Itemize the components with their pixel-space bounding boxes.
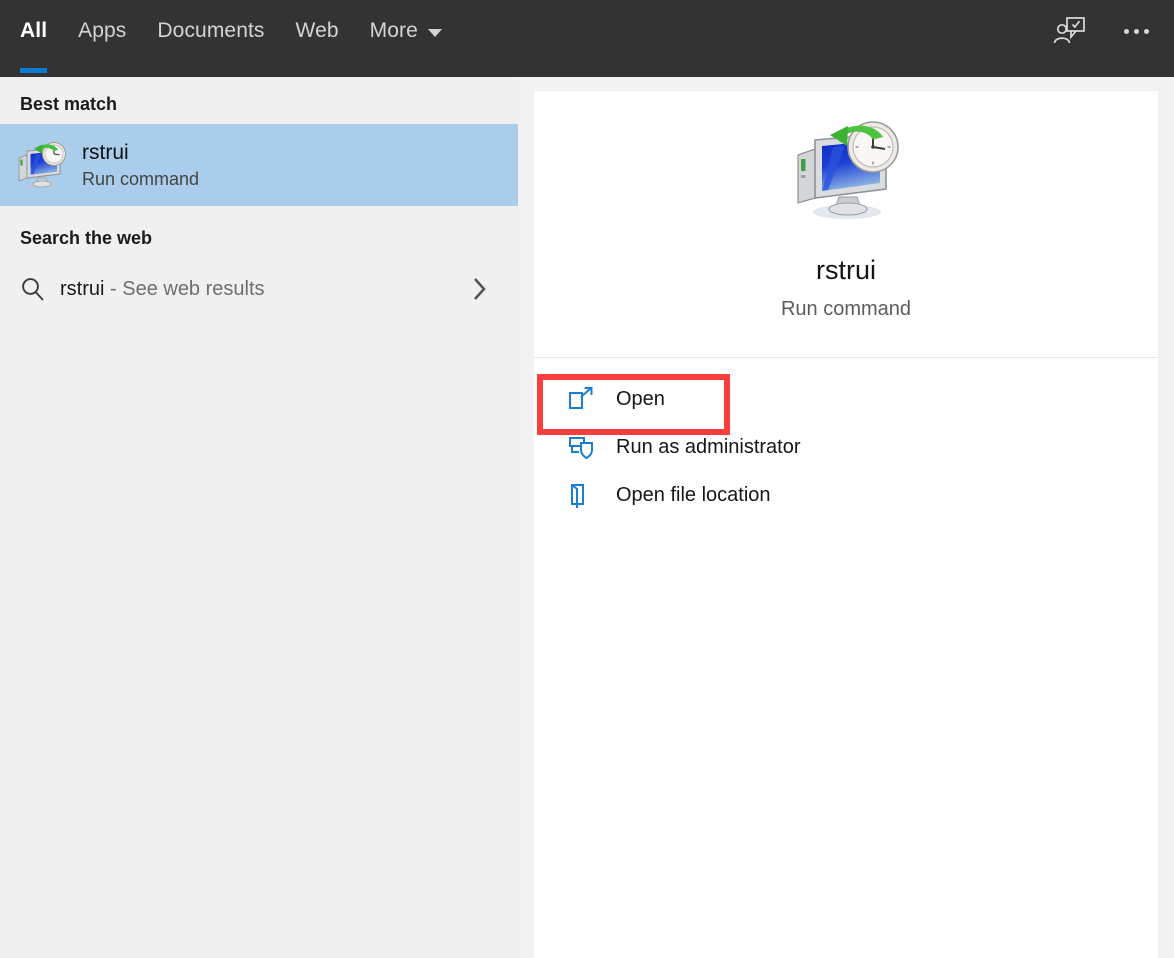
tab-documents-label: Documents [157,19,265,42]
system-restore-icon [14,138,68,192]
windows-search-results: All Apps Documents Web More Best match r… [0,0,1174,958]
result-item-subtitle: Run command [82,168,200,189]
web-result-suffix: - See web results [104,277,265,300]
web-result-item[interactable]: rstrui - See web results [0,258,518,320]
preview-actions: Open Run as administrator Open file loca… [534,358,1158,519]
results-list-pane: Best match rstrui Run command Search the… [0,77,518,958]
tab-documents[interactable]: Documents [157,0,264,62]
search-icon [20,276,54,302]
feedback-button[interactable] [1050,11,1090,51]
result-item-title: rstrui [82,140,129,164]
chevron-right-icon[interactable] [472,276,488,302]
action-open-label: Open [616,387,665,410]
preview-card: rstrui Run command [534,91,1158,357]
action-run-as-administrator-label: Run as administrator [616,435,801,458]
feedback-person-icon [1053,17,1085,44]
system-restore-icon [787,115,905,225]
action-open[interactable]: Open [534,375,1158,423]
action-open-file-location-label: Open file location [616,483,771,506]
tab-apps-label: Apps [78,19,127,42]
chevron-down-icon [427,28,442,37]
filter-tabs: All Apps Documents Web More [0,0,473,73]
web-result-query: rstrui [60,277,105,300]
tab-apps[interactable]: Apps [78,0,126,62]
preview-pane: rstrui Run command Open Run as administr… [534,91,1158,958]
tab-more[interactable]: More [370,0,442,62]
header-actions [1050,0,1156,62]
search-filter-header: All Apps Documents Web More [0,0,1174,77]
action-run-as-administrator[interactable]: Run as administrator [534,423,1158,471]
tab-more-label: More [369,19,418,42]
active-tab-underline [20,68,48,73]
more-options-button[interactable] [1116,11,1156,51]
tab-all[interactable]: All [20,0,48,73]
tab-web-label: Web [295,19,339,42]
ellipsis-icon [1123,28,1149,34]
result-item-text: rstrui Run command [82,141,199,190]
open-external-icon [568,387,598,411]
action-open-file-location[interactable]: Open file location [534,471,1158,519]
search-web-group-header: Search the web [20,228,153,248]
tab-web[interactable]: Web [296,0,339,62]
shield-window-icon [568,434,598,460]
preview-title: rstrui [816,255,876,285]
tab-all-label: All [20,19,48,42]
web-result-label: rstrui - See web results [60,278,265,301]
best-match-group-header: Best match [20,94,118,114]
result-item-rstrui[interactable]: rstrui Run command [0,124,518,206]
folder-open-icon [568,482,598,508]
preview-subtitle: Run command [780,298,912,320]
